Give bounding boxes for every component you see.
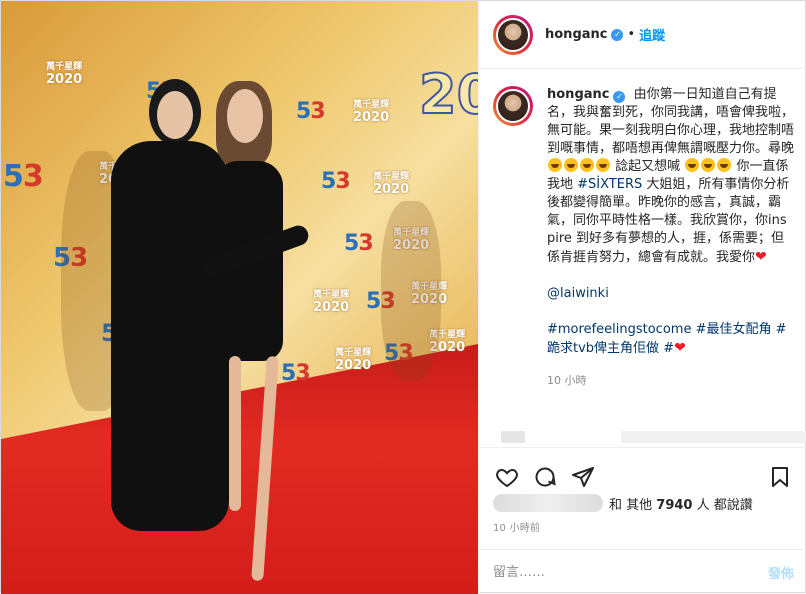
verified-badge-icon: ✓ [613, 91, 626, 103]
crying-emoji-icon [564, 158, 578, 172]
crying-emoji-icon [717, 158, 732, 172]
backdrop-logo-53: 53 [296, 99, 326, 124]
person-right-leg [229, 356, 241, 511]
crying-emoji-icon [701, 158, 716, 172]
award-logo: 萬千星輝2020 [46, 62, 83, 87]
likes-text: 和 其他 7940 人 都說讚 [609, 494, 753, 513]
caption-time-ago: 10 小時 [547, 374, 587, 387]
blurred-comment [621, 431, 806, 443]
follow-button[interactable]: 追蹤 [639, 25, 665, 44]
verified-badge-icon: ✓ [611, 28, 624, 41]
backdrop-logo-53: 53 [344, 231, 374, 256]
hashtag-link[interactable]: #morefeelingstocome [547, 322, 691, 337]
separator: • [627, 27, 636, 42]
person-left-face [157, 91, 193, 139]
crying-emoji-icon [685, 158, 700, 172]
backdrop-big-year: 20 [418, 62, 478, 127]
comment-box: 發佈 [479, 549, 806, 594]
avatar[interactable] [496, 17, 530, 52]
post-timestamp[interactable]: 10 小時前 [493, 519, 540, 534]
comment-input[interactable] [493, 564, 768, 580]
instagram-post: 53 53 53 53 53 53 53 53 53 53 萬千星輝2020 萬… [0, 0, 806, 594]
blurred-liker-names [493, 494, 603, 512]
backdrop-logo-53: 53 [321, 169, 351, 194]
crying-emoji-icon [548, 158, 562, 172]
caption-username[interactable]: honganc [547, 87, 609, 102]
caption-area: honganc ✓ 由你第一日知道自己有提名，我與奮到死，你同我講，唔會俾我啦，無… [479, 70, 806, 430]
likes-count[interactable]: 7940 [656, 498, 692, 513]
caption-avatar[interactable] [496, 89, 530, 123]
caption-body-2: 諗起又想喊 [615, 159, 681, 174]
post-header: honganc ✓ • 追蹤 [479, 1, 806, 69]
like-heart-icon[interactable] [493, 463, 521, 491]
award-logo: 萬千星輝2020 [353, 100, 390, 125]
mention-link[interactable]: @laiwinki [547, 286, 609, 301]
red-heart-emoji-icon: ❤ [674, 340, 686, 356]
save-bookmark-icon[interactable] [766, 463, 794, 491]
header-username[interactable]: honganc [545, 27, 607, 42]
caption-avatar-ring[interactable] [493, 86, 533, 126]
likes-suffix: 人 都說讚 [696, 497, 753, 513]
crying-emoji-icon [580, 158, 594, 172]
person-right-face [227, 89, 263, 143]
likes-summary[interactable]: 和 其他 7940 人 都說讚 [493, 491, 753, 515]
hashtag-link[interactable]: #最佳女配角 [696, 322, 772, 337]
comment-icon[interactable] [531, 463, 559, 491]
backdrop-logo-53: 53 [281, 361, 311, 386]
wall-shadow [381, 201, 441, 381]
award-logo: 萬千星輝2020 [313, 290, 350, 315]
likes-prefix: 和 其他 [609, 497, 653, 513]
award-logo: 萬千星輝2020 [373, 172, 410, 197]
caption-text: honganc ✓ 由你第一日知道自己有提名，我與奮到死，你同我講，唔會俾我啦，無… [547, 86, 794, 390]
hashtag-link[interactable]: 跪求tvb俾主角佢做 [547, 341, 659, 356]
story-ring[interactable] [493, 14, 533, 55]
red-heart-emoji-icon: ❤ [755, 249, 767, 265]
hashtag-link[interactable]: # [776, 322, 787, 337]
hashtag-link[interactable]: #SİXTERS [577, 177, 642, 192]
hashtag-link[interactable]: # [663, 341, 674, 356]
post-photo[interactable]: 53 53 53 53 53 53 53 53 53 53 萬千星輝2020 萬… [1, 1, 478, 594]
blurred-comment [501, 431, 525, 443]
action-bar [479, 447, 806, 493]
post-comment-button[interactable]: 發佈 [768, 563, 794, 582]
award-logo: 萬千星輝2020 [335, 348, 372, 373]
share-icon[interactable] [569, 463, 597, 491]
backdrop-logo-53: 53 [3, 159, 44, 194]
caption-row: honganc ✓ 由你第一日知道自己有提名，我與奮到死，你同我講，唔會俾我啦，無… [493, 86, 794, 390]
post-side-panel: honganc ✓ • 追蹤 honganc ✓ 由你第一日知道自己有提名，我與奮… [478, 1, 806, 594]
crying-emoji-icon [596, 158, 610, 172]
person-left-dress [111, 141, 229, 531]
